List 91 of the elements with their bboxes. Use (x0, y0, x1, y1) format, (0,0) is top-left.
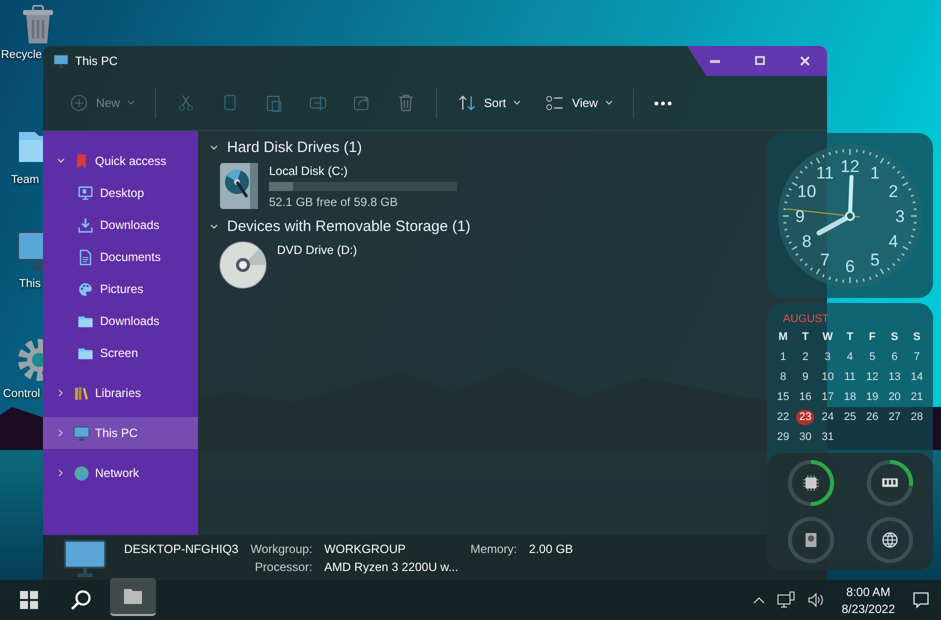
sidebar-label: Screen (100, 346, 138, 360)
calendar-day[interactable]: 1 (774, 350, 792, 365)
clock-numeral: 7 (820, 250, 830, 269)
sidebar-label: Downloads (100, 218, 160, 232)
clock-numeral: 2 (888, 182, 898, 200)
calendar-day[interactable]: 18 (840, 390, 859, 405)
sort-button[interactable]: Sort (445, 86, 534, 120)
drive-name[interactable]: Local Disk (C:) (269, 164, 457, 178)
detail-label: Workgroup: (250, 542, 312, 556)
sidebar-label: Quick access (95, 154, 166, 168)
calendar-day[interactable]: 8 (774, 370, 792, 385)
sidebar-label: Downloads (100, 314, 160, 328)
sidebar-label: Libraries (95, 386, 142, 400)
weekday-label: M (778, 330, 789, 345)
sidebar-item[interactable]: Downloads (43, 209, 198, 241)
sidebar-label: Pictures (100, 282, 144, 296)
sidebar-item[interactable]: Quick access (43, 145, 198, 177)
calendar-day[interactable]: 10 (818, 370, 837, 385)
desktop-icon-label[interactable]: This (19, 278, 41, 290)
calendar-day[interactable]: 12 (863, 370, 882, 385)
detail-label: Processor: (254, 560, 312, 574)
clock-numeral: 11 (816, 163, 834, 182)
free-space-text: 52.1 GB free of 59.8 GB (269, 195, 399, 209)
sidebar-label: Desktop (100, 186, 144, 200)
clock-date: 8/23/2022 (842, 602, 895, 616)
desktop-icon-label[interactable]: Control (3, 388, 40, 400)
sidebar-label: Documents (100, 250, 161, 264)
clock-numeral: 5 (870, 250, 880, 269)
clock-numeral: 10 (797, 182, 816, 200)
sidebar-label: Network (95, 466, 140, 480)
calendar-day[interactable]: 16 (796, 390, 814, 405)
sidebar-item[interactable]: Documents (43, 241, 198, 273)
calendar-day[interactable]: 30 (796, 430, 814, 445)
calendar-day[interactable]: 23 (796, 410, 814, 425)
calendar-day[interactable]: 29 (774, 430, 792, 445)
calendar-day[interactable]: 28 (908, 410, 926, 425)
detail-value: 2.00 GB (529, 542, 574, 556)
calendar-month: AUGUST (782, 313, 830, 325)
calendar-day[interactable]: 2 (796, 350, 814, 365)
calendar-day[interactable]: 17 (818, 390, 837, 405)
calendar-day[interactable]: 22 (774, 410, 792, 425)
calendar-day[interactable]: 31 (818, 430, 837, 445)
clock-numeral: 4 (888, 232, 898, 250)
sidebar-item[interactable]: Network (43, 457, 198, 489)
weekday-label: S (890, 330, 900, 345)
drive-name[interactable]: DVD Drive (D:) (277, 243, 357, 257)
desktop-icon-label[interactable]: Team (11, 174, 40, 186)
clock-numeral: 12 (840, 156, 860, 176)
calendar-day[interactable]: 13 (886, 370, 904, 385)
clock-numeral: 9 (795, 206, 805, 226)
detail-value: AMD Ryzen 3 2200U w... (324, 560, 458, 574)
calendar-day[interactable]: 9 (796, 370, 814, 385)
weekday-label: S (912, 330, 922, 345)
detail-value: WORKGROUP (324, 542, 407, 556)
clock-button[interactable]: 8:00 AM 8/23/2022 (834, 584, 903, 616)
window-title: This PC (75, 54, 118, 68)
clock-numeral: 6 (845, 256, 855, 276)
calendar-day[interactable]: 19 (863, 390, 882, 405)
sidebar-item[interactable]: This PC (43, 417, 198, 449)
desktop-icon-label[interactable]: Recycle (1, 49, 42, 61)
calendar-day[interactable]: 27 (886, 410, 904, 425)
calendar-day[interactable]: 26 (863, 410, 882, 425)
sidebar-label: This PC (95, 426, 138, 440)
sidebar-item[interactable]: Screen (43, 337, 198, 369)
weekday-label: F (868, 330, 877, 345)
sidebar-item[interactable]: Pictures (43, 273, 198, 305)
weekday-label: W (822, 330, 834, 345)
view-button[interactable]: View (533, 86, 625, 120)
calendar-day[interactable]: 15 (774, 390, 792, 405)
clock-time: 8:00 AM (846, 584, 890, 598)
calendar-day[interactable]: 25 (840, 410, 859, 425)
clock-numeral: 3 (895, 206, 905, 226)
weekday-label: T (801, 330, 810, 345)
computer-name: DESKTOP-NFGHIQ3 (124, 542, 238, 556)
clock-numeral: 1 (870, 163, 880, 182)
calendar-day[interactable]: 5 (863, 350, 882, 365)
calendar-day[interactable]: 24 (818, 410, 837, 425)
sidebar-item[interactable]: Downloads (43, 305, 198, 337)
calendar-day[interactable]: 4 (840, 350, 859, 365)
sidebar-item[interactable]: Desktop (43, 177, 198, 209)
calendar-day[interactable]: 20 (886, 390, 904, 405)
sidebar-item[interactable]: Libraries (43, 377, 198, 409)
detail-label: Memory: (470, 542, 518, 556)
calendar-day[interactable]: 6 (886, 350, 904, 365)
clock-numeral: 8 (802, 232, 812, 250)
calendar-day[interactable]: 7 (908, 350, 926, 365)
calendar-day[interactable]: 11 (840, 370, 859, 385)
calendar-day[interactable]: 3 (818, 350, 837, 365)
calendar-day[interactable]: 21 (908, 390, 926, 405)
calendar-day[interactable]: 14 (908, 370, 926, 385)
weekday-label: T (846, 330, 854, 345)
